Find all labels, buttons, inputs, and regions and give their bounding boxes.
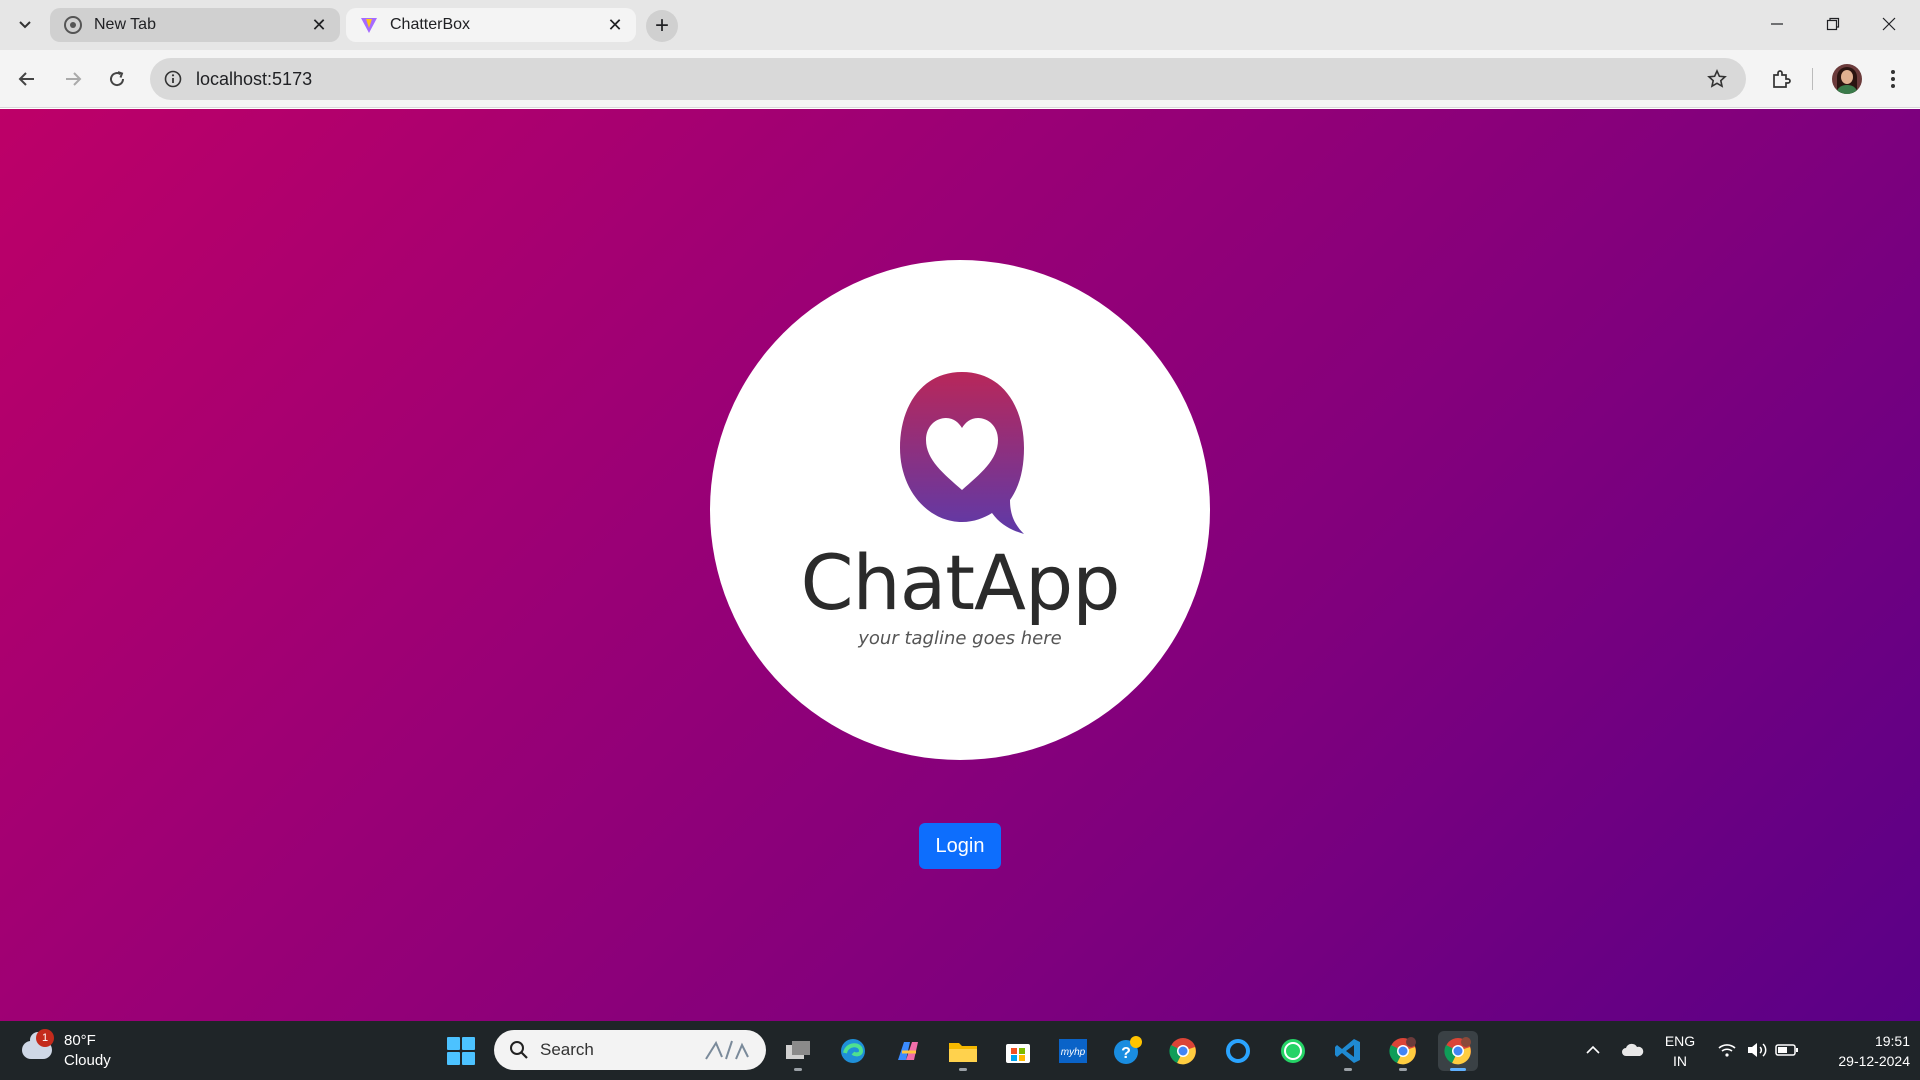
weather-condition: Cloudy bbox=[64, 1052, 111, 1069]
clock-time: 19:51 bbox=[1874, 1033, 1910, 1049]
brand-name: ChatApp bbox=[800, 538, 1120, 627]
chevron-up-icon[interactable] bbox=[1580, 1035, 1606, 1065]
close-window-icon[interactable] bbox=[1866, 6, 1912, 42]
chrome-icon bbox=[64, 16, 82, 34]
chrome-icon[interactable] bbox=[1163, 1031, 1203, 1071]
login-button[interactable]: Login bbox=[919, 823, 1001, 869]
landing-page: ChatApp your tagline goes here Login bbox=[0, 109, 1920, 1021]
address-bar[interactable]: localhost:5173 bbox=[150, 58, 1746, 100]
copilot-icon[interactable] bbox=[888, 1031, 928, 1071]
browser-toolbar: localhost:5173 bbox=[0, 50, 1920, 108]
profile-avatar[interactable] bbox=[1832, 64, 1862, 94]
volume-icon[interactable] bbox=[1744, 1035, 1770, 1065]
tab-chatterbox[interactable]: ChatterBox ✕ bbox=[346, 8, 636, 42]
chrome-profile-icon[interactable] bbox=[1383, 1031, 1423, 1071]
close-tab-icon[interactable]: ✕ bbox=[604, 14, 626, 36]
task-view-icon[interactable] bbox=[778, 1031, 818, 1071]
whatsapp-icon[interactable] bbox=[1273, 1031, 1313, 1071]
language-code: ENG bbox=[1664, 1033, 1696, 1049]
forward-icon[interactable] bbox=[56, 62, 90, 96]
svg-text:?: ? bbox=[1121, 1045, 1131, 1062]
weather-temperature: 80°F bbox=[64, 1032, 96, 1049]
minimize-icon[interactable] bbox=[1754, 6, 1800, 42]
windows-start-icon[interactable] bbox=[447, 1037, 475, 1065]
tab-new-tab[interactable]: New Tab ✕ bbox=[50, 8, 340, 42]
get-help-icon[interactable]: ? bbox=[1108, 1031, 1148, 1071]
heart-chat-bubble-icon bbox=[900, 372, 1024, 534]
brand-tagline: your tagline goes here bbox=[858, 628, 1062, 649]
more-menu-icon[interactable] bbox=[1876, 62, 1910, 96]
chrome-active-icon[interactable] bbox=[1438, 1031, 1478, 1071]
tab-title: New Tab bbox=[94, 16, 156, 33]
system-clock[interactable]: 19:51 29-12-2024 bbox=[1810, 1031, 1910, 1071]
vite-icon bbox=[360, 16, 378, 34]
windows-taskbar: 1 80°F Cloudy Search myhp ? ENG IN 19:51… bbox=[0, 1021, 1920, 1080]
cortana-icon[interactable] bbox=[1218, 1031, 1258, 1071]
language-region: IN bbox=[1673, 1053, 1687, 1069]
file-explorer-icon[interactable] bbox=[943, 1031, 983, 1071]
restore-icon[interactable] bbox=[1810, 6, 1856, 42]
clock-date: 29-12-2024 bbox=[1838, 1053, 1910, 1069]
tab-title: ChatterBox bbox=[390, 16, 471, 33]
bookmark-star-icon[interactable] bbox=[1702, 64, 1732, 94]
language-indicator[interactable]: ENG IN bbox=[1662, 1031, 1698, 1071]
back-icon[interactable] bbox=[10, 62, 44, 96]
browser-tab-strip: New Tab ✕ ChatterBox ✕ + bbox=[0, 0, 1920, 50]
edge-icon[interactable] bbox=[833, 1031, 873, 1071]
reload-icon[interactable] bbox=[100, 62, 134, 96]
microsoft-store-icon[interactable] bbox=[998, 1031, 1038, 1071]
search-highlight-icon bbox=[702, 1037, 756, 1063]
toolbar-divider bbox=[1812, 68, 1813, 90]
extensions-icon[interactable] bbox=[1764, 62, 1798, 96]
search-placeholder: Search bbox=[540, 1040, 594, 1059]
search-icon bbox=[508, 1039, 530, 1061]
close-tab-icon[interactable]: ✕ bbox=[308, 14, 330, 36]
myhp-icon[interactable]: myhp bbox=[1053, 1031, 1093, 1071]
app-logo: ChatApp your tagline goes here bbox=[710, 260, 1210, 760]
notification-badge: 1 bbox=[36, 1029, 54, 1047]
taskbar-search[interactable]: Search bbox=[494, 1030, 766, 1070]
svg-text:myhp: myhp bbox=[1061, 1047, 1086, 1058]
battery-icon[interactable] bbox=[1774, 1035, 1800, 1065]
onedrive-cloud-icon[interactable] bbox=[1620, 1035, 1646, 1065]
url-text: localhost:5173 bbox=[196, 68, 313, 89]
vscode-icon[interactable] bbox=[1328, 1031, 1368, 1071]
weather-widget[interactable]: 1 80°F Cloudy bbox=[18, 1029, 138, 1073]
tab-search-button[interactable] bbox=[10, 10, 40, 40]
wifi-icon[interactable] bbox=[1714, 1035, 1740, 1065]
new-tab-button[interactable]: + bbox=[646, 10, 678, 42]
site-info-icon[interactable] bbox=[162, 68, 184, 90]
